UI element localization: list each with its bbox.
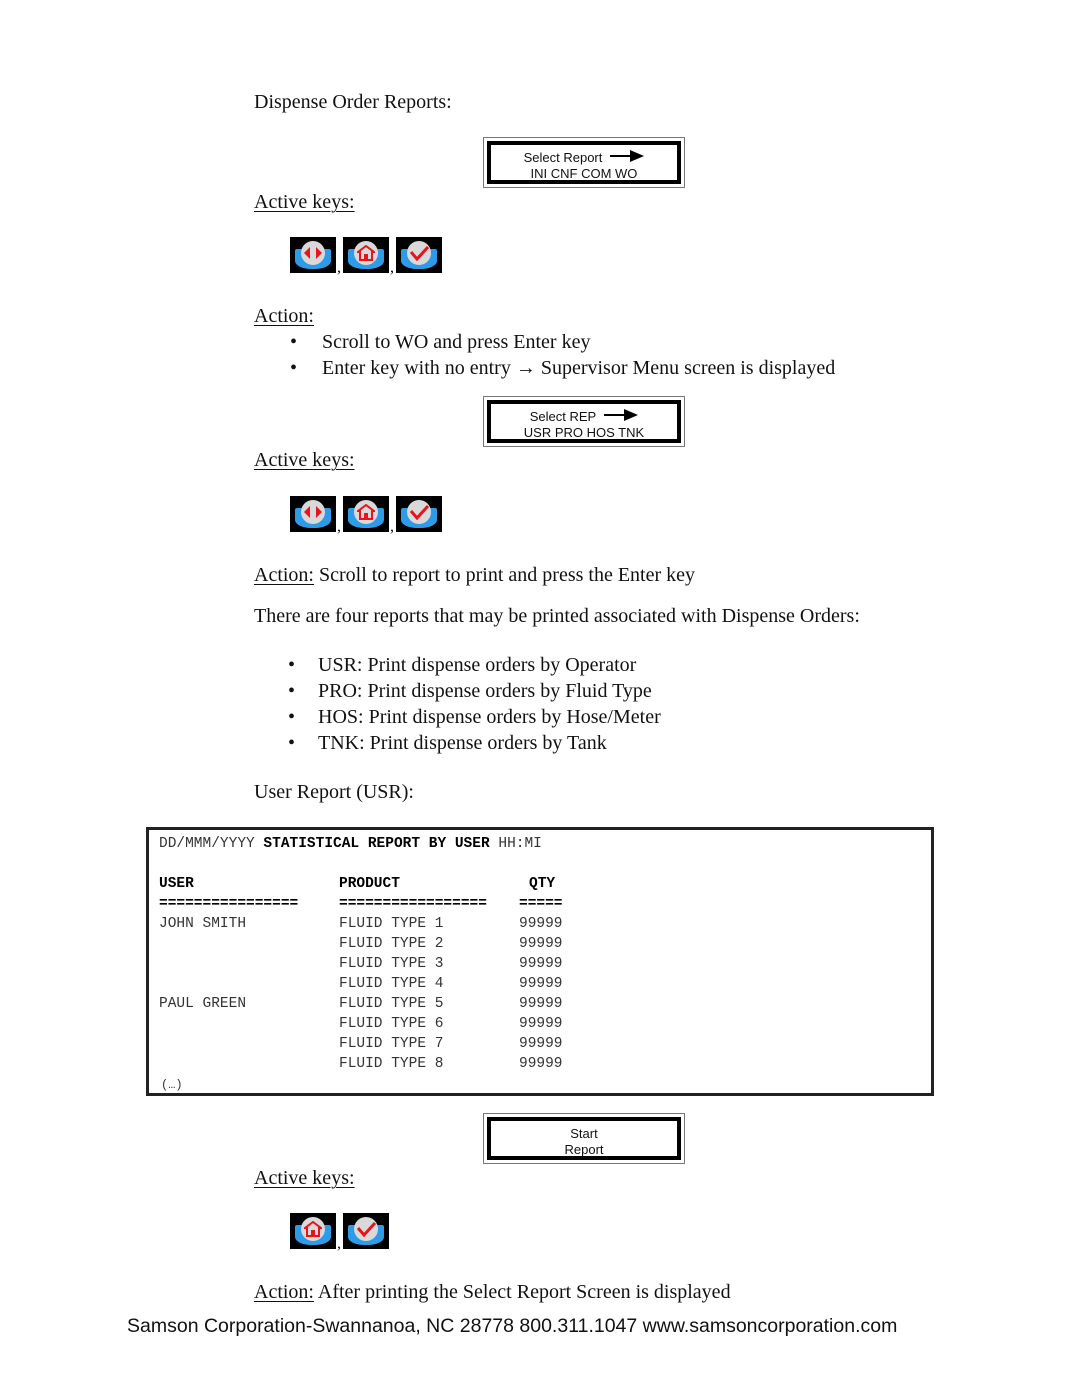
report-cell-product: FLUID TYPE 8 xyxy=(339,1056,444,1072)
lcd-line-2: Report xyxy=(564,1142,604,1157)
report-cell-qty: 99999 xyxy=(519,1016,563,1032)
report-cell-product: FLUID TYPE 6 xyxy=(339,1016,444,1032)
report-date: DD/MMM/YYYY xyxy=(159,836,255,852)
footer-contact: Samson Corporation-Swannanoa, NC 28778 8… xyxy=(127,1315,898,1337)
action-text: Scroll to report to print and press the … xyxy=(314,564,696,586)
lcd-line-1: Select Report xyxy=(523,150,603,165)
report-type-item: • USR: Print dispense orders by Operator xyxy=(288,654,637,676)
home-key-icon xyxy=(290,1213,336,1249)
action-label: Action: xyxy=(254,305,314,327)
lcd-line-2: USR PRO HOS TNK xyxy=(523,425,645,440)
report-time: HH:MI xyxy=(498,836,542,852)
scroll-key-icon xyxy=(290,496,336,532)
reports-intro: There are four reports that may be print… xyxy=(254,605,860,627)
report-cell-qty: 99999 xyxy=(519,996,563,1012)
report-header-qty: QTY xyxy=(529,876,556,892)
report-cell-product: FLUID TYPE 4 xyxy=(339,976,444,992)
report-cell-product: FLUID TYPE 7 xyxy=(339,1036,444,1052)
right-arrow-icon xyxy=(604,408,639,421)
report-types-list: • USR: Print dispense orders by Operator … xyxy=(288,652,661,756)
report-cell-qty: 99999 xyxy=(519,1056,563,1072)
active-keys-label: Active keys: xyxy=(254,449,355,471)
lcd-line-2: INI CNF COM WO xyxy=(530,166,638,181)
right-arrow-icon xyxy=(610,149,645,162)
report-cell-qty: 99999 xyxy=(519,956,563,972)
user-report-sample: DD/MMM/YYYY STATISTICAL REPORT BY USER H… xyxy=(146,827,934,1096)
report-cell-qty: 99999 xyxy=(519,976,563,992)
action-item: • Enter key with no entry → Supervisor Me… xyxy=(290,357,836,379)
home-key-icon xyxy=(343,496,389,532)
report-title-line: DD/MMM/YYYY STATISTICAL REPORT BY USER H… xyxy=(159,834,542,854)
home-key-icon xyxy=(343,237,389,273)
report-cell-user: PAUL GREEN xyxy=(159,996,247,1012)
report-cell-product: FLUID TYPE 3 xyxy=(339,956,444,972)
active-keys-group: , , xyxy=(290,496,442,535)
report-cell-qty: 99999 xyxy=(519,936,563,952)
report-underline-product: ================= xyxy=(339,896,487,912)
report-title: STATISTICAL REPORT BY USER xyxy=(263,836,490,852)
report-header-user: USER xyxy=(159,876,194,892)
section-heading: Dispense Order Reports: xyxy=(254,91,452,113)
report-cell-product: FLUID TYPE 1 xyxy=(339,916,444,932)
report-underline-qty: ===== xyxy=(519,896,563,912)
lcd-line-1: Select REP xyxy=(529,409,597,424)
enter-key-icon xyxy=(343,1213,389,1249)
report-type-item: • PRO: Print dispense orders by Fluid Typ… xyxy=(288,680,652,702)
action-line: Action: Scroll to report to print and pr… xyxy=(254,563,695,587)
report-underline-user: ================ xyxy=(159,896,299,912)
active-keys-label: Active keys: xyxy=(254,191,355,213)
action-item: • Scroll to WO and press Enter key xyxy=(290,331,591,353)
active-keys-group: , xyxy=(290,1213,389,1252)
report-cell-product: FLUID TYPE 2 xyxy=(339,936,444,952)
report-cell-qty: 99999 xyxy=(519,1036,563,1052)
action-label: Action: xyxy=(254,564,314,586)
action-text: After printing the Select Report Screen … xyxy=(314,1281,731,1303)
action-label: Action: xyxy=(254,1281,314,1303)
action-line: Action: After printing the Select Report… xyxy=(254,1280,731,1304)
report-cell-user: JOHN SMITH xyxy=(159,916,247,932)
report-cell-qty: 99999 xyxy=(519,916,563,932)
active-keys-group: , , xyxy=(290,237,442,276)
enter-key-icon xyxy=(396,237,442,273)
report-cell-product: FLUID TYPE 5 xyxy=(339,996,444,1012)
report-type-item: • TNK: Print dispense orders by Tank xyxy=(288,732,607,754)
lcd-line-1: Start xyxy=(570,1126,598,1141)
report-header-product: PRODUCT xyxy=(339,876,400,892)
lcd-select-rep: Select REP USR PRO HOS TNK xyxy=(483,396,685,447)
active-keys-label: Active keys: xyxy=(254,1167,355,1189)
lcd-start-report: Start Report xyxy=(483,1113,685,1164)
enter-key-icon xyxy=(396,496,442,532)
user-report-heading: User Report (USR): xyxy=(254,781,414,803)
scroll-key-icon xyxy=(290,237,336,273)
action-list: • Scroll to WO and press Enter key • Enter… xyxy=(290,329,836,381)
lcd-select-report: Select Report INI CNF COM WO xyxy=(483,137,685,188)
report-type-item: • HOS: Print dispense orders by Hose/Mete… xyxy=(288,706,661,728)
report-ellipsis: (…) xyxy=(161,1078,183,1092)
